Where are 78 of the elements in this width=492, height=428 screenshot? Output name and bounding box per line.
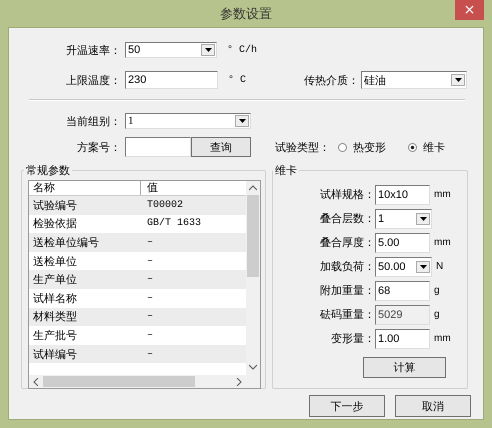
caret-icon	[451, 74, 465, 86]
column-header: 值	[146, 181, 159, 195]
table-row[interactable]: 试样编号 –	[29, 344, 246, 364]
unit-label: g	[434, 285, 440, 296]
radio-option[interactable]: 热变形	[338, 140, 386, 154]
query-button[interactable]: 查询	[191, 137, 251, 157]
unit-label: N	[436, 261, 444, 272]
input-field[interactable]: 10x10	[375, 184, 430, 204]
field-label: 升温速率：	[65, 42, 122, 58]
dropdown[interactable]: 硅油	[361, 71, 467, 89]
radio-option[interactable]: 维卡	[408, 140, 445, 154]
table-cell-text: –	[146, 274, 154, 286]
dropdown[interactable]: 1	[375, 208, 432, 228]
table-cell-text: –	[146, 348, 154, 360]
field-label: 方案号：	[76, 140, 122, 154]
dropdown[interactable]: 50	[125, 42, 217, 58]
calculate-button[interactable]: 计算	[363, 357, 446, 378]
table-cell-text: 试样名称	[32, 290, 78, 306]
field-label: 附加重量：	[319, 283, 375, 298]
table-cell-text: –	[146, 292, 154, 304]
table-cell-text: 送检单位	[32, 254, 78, 269]
field-label: 传热介质：	[304, 72, 359, 88]
caret-icon	[201, 44, 215, 56]
table-row[interactable]: 检验依据 GB/T 1633	[29, 214, 246, 234]
field-label: 变形量：	[330, 331, 375, 346]
table-cell-text: –	[146, 330, 154, 341]
scrollbar[interactable]	[246, 181, 260, 388]
unit-label: mm	[434, 189, 451, 200]
unit-label: mm	[434, 333, 451, 344]
input-field[interactable]: 5.00	[375, 232, 430, 252]
unit-label: ° C/h	[227, 44, 258, 56]
field-label: 加载负荷：	[319, 259, 375, 274]
caret-icon	[416, 212, 430, 224]
table-cell-text: –	[146, 256, 154, 267]
table-row[interactable]: 生产单位 –	[29, 270, 246, 289]
table-row[interactable]: 试样名称 –	[29, 288, 246, 308]
field-label: 叠合厚度：	[319, 235, 375, 250]
close-button[interactable]: ×	[455, 0, 484, 20]
field-label: 当前组别：	[65, 114, 122, 128]
field-label: 叠合层数：	[319, 211, 375, 226]
scrollbar[interactable]	[29, 375, 246, 388]
unit-label: g	[434, 309, 440, 320]
table-row[interactable]: 送检单位编号 –	[29, 233, 246, 252]
table-row[interactable]: 送检单位 –	[29, 252, 246, 270]
field-label: 试样规格：	[319, 187, 375, 202]
group-title: 维卡	[274, 163, 298, 178]
caret-icon	[416, 260, 430, 272]
table-cell-text: 生产单位	[32, 272, 78, 288]
dialog-button[interactable]: 取消	[395, 395, 471, 417]
unit-label: mm	[434, 237, 451, 248]
column-header: 名称	[29, 181, 141, 195]
table-cell-text: 检验依据	[32, 216, 78, 232]
dropdown[interactable]: 50.00	[375, 256, 432, 276]
input-field[interactable]	[125, 137, 191, 157]
field-label: 试验类型：	[275, 140, 330, 154]
field-label: 砝码重量：	[319, 307, 375, 322]
table-cell-text: 送检单位编号	[32, 234, 100, 250]
table-cell-text: GB/T 1633	[146, 218, 202, 230]
table-row[interactable]: 生产批号 –	[29, 326, 246, 345]
caret-icon	[235, 115, 249, 127]
table-row[interactable]: 材料类型 –	[29, 308, 246, 326]
group-title: 常规参数	[25, 163, 71, 178]
table-cell-text: 生产批号	[32, 328, 78, 343]
unit-label: ° C	[228, 74, 246, 86]
field-label: 上限温度：	[65, 72, 122, 88]
input-field[interactable]: 68	[375, 280, 430, 300]
window-title: 参数设置	[220, 6, 272, 22]
dialog-button[interactable]: 下一步	[309, 395, 385, 417]
table-row[interactable]: 试验编号 T00002	[29, 196, 246, 215]
table-cell-text: T00002	[146, 200, 184, 211]
input-field[interactable]: 230	[125, 71, 218, 89]
table-cell-text: 试样编号	[32, 346, 78, 362]
table-cell-text: 试验编号	[32, 198, 78, 213]
table-cell-text: –	[146, 236, 154, 248]
table-cell-text: 材料类型	[32, 309, 78, 324]
dropdown[interactable]: 1	[125, 113, 251, 129]
input-field[interactable]: 1.00	[375, 328, 430, 348]
table-cell-text: –	[146, 311, 154, 322]
